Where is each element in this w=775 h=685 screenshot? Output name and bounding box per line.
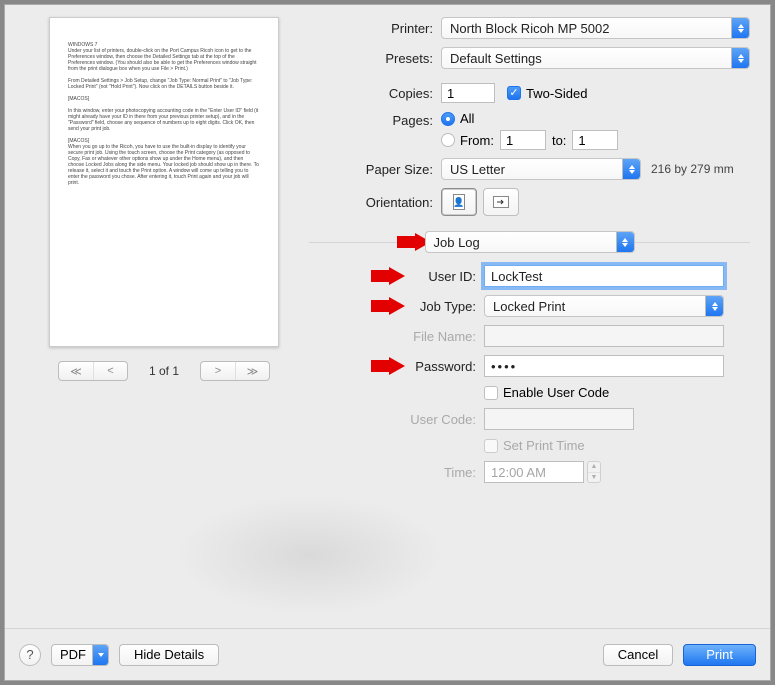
usercode-input bbox=[484, 408, 634, 430]
cancel-label: Cancel bbox=[618, 647, 658, 662]
pages-to-input[interactable] bbox=[572, 130, 618, 150]
preview-thumbnail-text: WINDOWS 7Under your list of printers, do… bbox=[68, 42, 260, 186]
preview-pager: ≪ < 1 of 1 > ≫ bbox=[58, 361, 270, 381]
pages-to-label: to: bbox=[552, 133, 566, 148]
pages-label: Pages: bbox=[309, 111, 441, 128]
cancel-button[interactable]: Cancel bbox=[603, 644, 673, 666]
chevron-up-icon: ▲ bbox=[588, 462, 600, 473]
preview-page: WINDOWS 7Under your list of printers, do… bbox=[49, 17, 279, 347]
enableusercode-label: Enable User Code bbox=[503, 385, 609, 400]
enableusercode-checkbox[interactable] bbox=[484, 386, 498, 400]
filename-label: File Name: bbox=[309, 329, 484, 344]
preview-page-counter: 1 of 1 bbox=[136, 364, 192, 378]
dropdown-arrows-icon bbox=[731, 48, 749, 68]
twosided-checkbox[interactable] bbox=[507, 86, 521, 100]
pager-next-button[interactable]: > bbox=[201, 362, 235, 380]
time-stepper: ▲ ▼ bbox=[587, 461, 601, 483]
userid-label: User ID: bbox=[309, 269, 484, 284]
print-button[interactable]: Print bbox=[683, 644, 756, 666]
dialog-footer: ? PDF Hide Details Cancel Print bbox=[5, 628, 770, 680]
filename-input bbox=[484, 325, 724, 347]
pdf-menu-button[interactable]: PDF bbox=[51, 644, 109, 666]
landscape-arrow-icon bbox=[496, 198, 506, 206]
print-dialog: WINDOWS 7Under your list of printers, do… bbox=[4, 4, 771, 681]
printer-select[interactable]: North Block Ricoh MP 5002 bbox=[441, 17, 750, 39]
dropdown-arrows-icon bbox=[705, 296, 723, 316]
dropdown-arrows-icon bbox=[731, 18, 749, 38]
help-icon: ? bbox=[26, 647, 33, 662]
paper-dimensions: 216 by 279 mm bbox=[651, 162, 734, 176]
chevron-down-icon bbox=[92, 645, 108, 665]
hide-details-label: Hide Details bbox=[134, 647, 204, 662]
pager-last-button[interactable]: ≫ bbox=[235, 362, 269, 380]
pdf-label: PDF bbox=[60, 647, 86, 662]
pages-from-label: From: bbox=[460, 133, 494, 148]
pages-from-radio[interactable] bbox=[441, 133, 455, 147]
pages-all-label: All bbox=[460, 111, 474, 126]
print-label: Print bbox=[706, 647, 733, 662]
presets-label: Presets: bbox=[309, 51, 441, 66]
preview-column: WINDOWS 7Under your list of printers, do… bbox=[19, 17, 309, 628]
pager-first-button[interactable]: ≪ bbox=[59, 362, 93, 380]
hide-details-button[interactable]: Hide Details bbox=[119, 644, 219, 666]
twosided-label: Two-Sided bbox=[526, 86, 587, 101]
printer-value: North Block Ricoh MP 5002 bbox=[450, 21, 609, 36]
chevron-down-icon: ▼ bbox=[588, 473, 600, 483]
pages-from-input[interactable] bbox=[500, 130, 546, 150]
pager-prev-button[interactable]: < bbox=[93, 362, 127, 380]
dropdown-arrows-icon bbox=[616, 232, 634, 252]
usercode-label: User Code: bbox=[309, 412, 484, 427]
section-select[interactable]: Job Log bbox=[425, 231, 635, 253]
copies-label: Copies: bbox=[309, 86, 441, 101]
person-icon: 👤 bbox=[453, 197, 464, 208]
setprinttime-checkbox[interactable] bbox=[484, 439, 498, 453]
section-value: Job Log bbox=[434, 235, 480, 250]
userid-input[interactable] bbox=[484, 265, 724, 287]
presets-select[interactable]: Default Settings bbox=[441, 47, 750, 69]
paper-size-label: Paper Size: bbox=[309, 162, 441, 177]
presets-value: Default Settings bbox=[450, 51, 542, 66]
orientation-label: Orientation: bbox=[309, 195, 441, 210]
jobtype-value: Locked Print bbox=[493, 299, 565, 314]
help-button[interactable]: ? bbox=[19, 644, 41, 666]
jobtype-label: Job Type: bbox=[309, 299, 484, 314]
pages-all-radio[interactable] bbox=[441, 112, 455, 126]
setprinttime-label: Set Print Time bbox=[503, 438, 585, 453]
orientation-portrait-button[interactable]: 👤 bbox=[441, 188, 477, 216]
time-input bbox=[484, 461, 584, 483]
password-label: Password: bbox=[309, 359, 484, 374]
copies-input[interactable] bbox=[441, 83, 495, 103]
paper-size-value: US Letter bbox=[450, 162, 505, 177]
dropdown-arrows-icon bbox=[622, 159, 640, 179]
password-input[interactable] bbox=[484, 355, 724, 377]
paper-size-select[interactable]: US Letter bbox=[441, 158, 641, 180]
time-label: Time: bbox=[309, 465, 484, 480]
jobtype-select[interactable]: Locked Print bbox=[484, 295, 724, 317]
orientation-landscape-button[interactable] bbox=[483, 188, 519, 216]
printer-label: Printer: bbox=[309, 21, 441, 36]
